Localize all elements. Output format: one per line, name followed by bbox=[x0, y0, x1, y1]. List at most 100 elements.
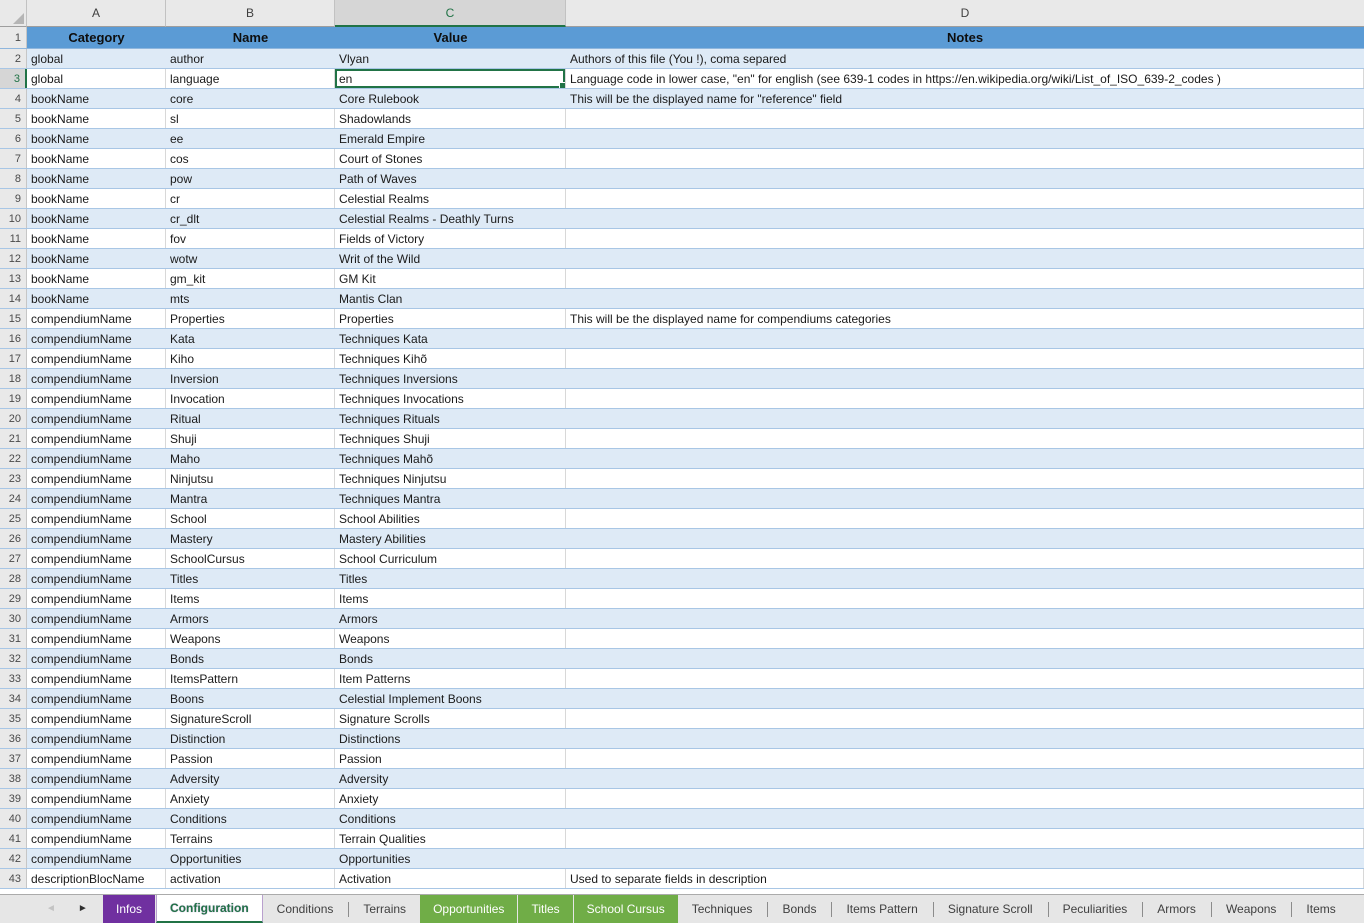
cell-name-r5[interactable]: sl bbox=[166, 109, 335, 128]
cell-value-r28[interactable]: Titles bbox=[335, 569, 566, 588]
row-header-1[interactable]: 1 bbox=[0, 27, 27, 48]
next-sheet-arrow-icon[interactable]: ► bbox=[78, 904, 88, 914]
cell-notes-r36[interactable] bbox=[566, 729, 1364, 748]
cell-notes-r25[interactable] bbox=[566, 509, 1364, 528]
cell-category-r4[interactable]: bookName bbox=[27, 89, 166, 108]
sheet-tab-items[interactable]: Items bbox=[1293, 895, 1348, 923]
cell-value-r18[interactable]: Techniques Inversions bbox=[335, 369, 566, 388]
cell-notes-r18[interactable] bbox=[566, 369, 1364, 388]
cell-notes-r19[interactable] bbox=[566, 389, 1364, 408]
cell-value-r13[interactable]: GM Kit bbox=[335, 269, 566, 288]
cell-value-r24[interactable]: Techniques Mantra bbox=[335, 489, 566, 508]
cell-value-r23[interactable]: Techniques Ninjutsu bbox=[335, 469, 566, 488]
sheet-tab-techniques[interactable]: Techniques bbox=[679, 895, 766, 923]
cell-category-r42[interactable]: compendiumName bbox=[27, 849, 166, 868]
cell-value-r19[interactable]: Techniques Invocations bbox=[335, 389, 566, 408]
row-header-12[interactable]: 12 bbox=[0, 249, 27, 268]
header-notes[interactable]: Notes bbox=[566, 27, 1364, 48]
cell-category-r14[interactable]: bookName bbox=[27, 289, 166, 308]
cell-notes-r34[interactable] bbox=[566, 689, 1364, 708]
header-name[interactable]: Name bbox=[166, 27, 335, 48]
cell-name-r39[interactable]: Anxiety bbox=[166, 789, 335, 808]
cell-category-r2[interactable]: global bbox=[27, 49, 166, 68]
cell-notes-r4[interactable]: This will be the displayed name for "ref… bbox=[566, 89, 1364, 108]
cell-value-r16[interactable]: Techniques Kata bbox=[335, 329, 566, 348]
row-header-39[interactable]: 39 bbox=[0, 789, 27, 808]
row-header-19[interactable]: 19 bbox=[0, 389, 27, 408]
sheet-tab-configuration[interactable]: Configuration bbox=[156, 894, 263, 923]
row-header-25[interactable]: 25 bbox=[0, 509, 27, 528]
cell-notes-r13[interactable] bbox=[566, 269, 1364, 288]
cell-category-r22[interactable]: compendiumName bbox=[27, 449, 166, 468]
cell-value-r42[interactable]: Opportunities bbox=[335, 849, 566, 868]
cell-name-r6[interactable]: ee bbox=[166, 129, 335, 148]
cell-notes-r30[interactable] bbox=[566, 609, 1364, 628]
cell-notes-r31[interactable] bbox=[566, 629, 1364, 648]
cell-name-r18[interactable]: Inversion bbox=[166, 369, 335, 388]
cell-category-r36[interactable]: compendiumName bbox=[27, 729, 166, 748]
row-header-27[interactable]: 27 bbox=[0, 549, 27, 568]
cell-name-r40[interactable]: Conditions bbox=[166, 809, 335, 828]
cell-name-r8[interactable]: pow bbox=[166, 169, 335, 188]
sheet-tab-conditions[interactable]: Conditions bbox=[264, 895, 347, 923]
cell-notes-r32[interactable] bbox=[566, 649, 1364, 668]
cell-name-r2[interactable]: author bbox=[166, 49, 335, 68]
row-header-20[interactable]: 20 bbox=[0, 409, 27, 428]
cell-name-r27[interactable]: SchoolCursus bbox=[166, 549, 335, 568]
cell-value-r30[interactable]: Armors bbox=[335, 609, 566, 628]
row-header-34[interactable]: 34 bbox=[0, 689, 27, 708]
row-header-30[interactable]: 30 bbox=[0, 609, 27, 628]
cell-value-r25[interactable]: School Abilities bbox=[335, 509, 566, 528]
cell-category-r10[interactable]: bookName bbox=[27, 209, 166, 228]
cell-value-r11[interactable]: Fields of Victory bbox=[335, 229, 566, 248]
cell-name-r42[interactable]: Opportunities bbox=[166, 849, 335, 868]
cell-value-r8[interactable]: Path of Waves bbox=[335, 169, 566, 188]
select-all-corner[interactable] bbox=[0, 0, 27, 27]
cell-value-r7[interactable]: Court of Stones bbox=[335, 149, 566, 168]
cell-value-r27[interactable]: School Curriculum bbox=[335, 549, 566, 568]
cell-notes-r17[interactable] bbox=[566, 349, 1364, 368]
cell-name-r43[interactable]: activation bbox=[166, 869, 335, 888]
cell-name-r4[interactable]: core bbox=[166, 89, 335, 108]
cell-name-r35[interactable]: SignatureScroll bbox=[166, 709, 335, 728]
cell-category-r6[interactable]: bookName bbox=[27, 129, 166, 148]
cell-value-r22[interactable]: Techniques Mahõ bbox=[335, 449, 566, 468]
row-header-8[interactable]: 8 bbox=[0, 169, 27, 188]
column-header-d[interactable]: D bbox=[566, 0, 1364, 27]
cell-category-r34[interactable]: compendiumName bbox=[27, 689, 166, 708]
row-header-17[interactable]: 17 bbox=[0, 349, 27, 368]
cell-name-r29[interactable]: Items bbox=[166, 589, 335, 608]
header-value[interactable]: Value bbox=[335, 27, 566, 48]
cell-notes-r6[interactable] bbox=[566, 129, 1364, 148]
row-header-4[interactable]: 4 bbox=[0, 89, 27, 108]
cell-category-r31[interactable]: compendiumName bbox=[27, 629, 166, 648]
cell-name-r41[interactable]: Terrains bbox=[166, 829, 335, 848]
cell-value-r6[interactable]: Emerald Empire bbox=[335, 129, 566, 148]
column-header-b[interactable]: B bbox=[166, 0, 335, 27]
cell-category-r13[interactable]: bookName bbox=[27, 269, 166, 288]
cell-name-r32[interactable]: Bonds bbox=[166, 649, 335, 668]
cell-category-r18[interactable]: compendiumName bbox=[27, 369, 166, 388]
cell-notes-r35[interactable] bbox=[566, 709, 1364, 728]
cell-name-r33[interactable]: ItemsPattern bbox=[166, 669, 335, 688]
row-header-29[interactable]: 29 bbox=[0, 589, 27, 608]
cell-notes-r2[interactable]: Authors of this file (You !), coma separ… bbox=[566, 49, 1364, 68]
row-header-31[interactable]: 31 bbox=[0, 629, 27, 648]
row-header-14[interactable]: 14 bbox=[0, 289, 27, 308]
cell-notes-r21[interactable] bbox=[566, 429, 1364, 448]
cell-notes-r20[interactable] bbox=[566, 409, 1364, 428]
cell-notes-r24[interactable] bbox=[566, 489, 1364, 508]
cell-category-r43[interactable]: descriptionBlocName bbox=[27, 869, 166, 888]
cell-notes-r15[interactable]: This will be the displayed name for comp… bbox=[566, 309, 1364, 328]
cell-value-r38[interactable]: Adversity bbox=[335, 769, 566, 788]
row-header-21[interactable]: 21 bbox=[0, 429, 27, 448]
cell-name-r37[interactable]: Passion bbox=[166, 749, 335, 768]
cell-notes-r11[interactable] bbox=[566, 229, 1364, 248]
active-cell-C3[interactable]: en bbox=[335, 69, 566, 88]
cell-name-r19[interactable]: Invocation bbox=[166, 389, 335, 408]
cell-category-r23[interactable]: compendiumName bbox=[27, 469, 166, 488]
cell-name-r14[interactable]: mts bbox=[166, 289, 335, 308]
cell-notes-r38[interactable] bbox=[566, 769, 1364, 788]
cell-value-r37[interactable]: Passion bbox=[335, 749, 566, 768]
row-header-23[interactable]: 23 bbox=[0, 469, 27, 488]
